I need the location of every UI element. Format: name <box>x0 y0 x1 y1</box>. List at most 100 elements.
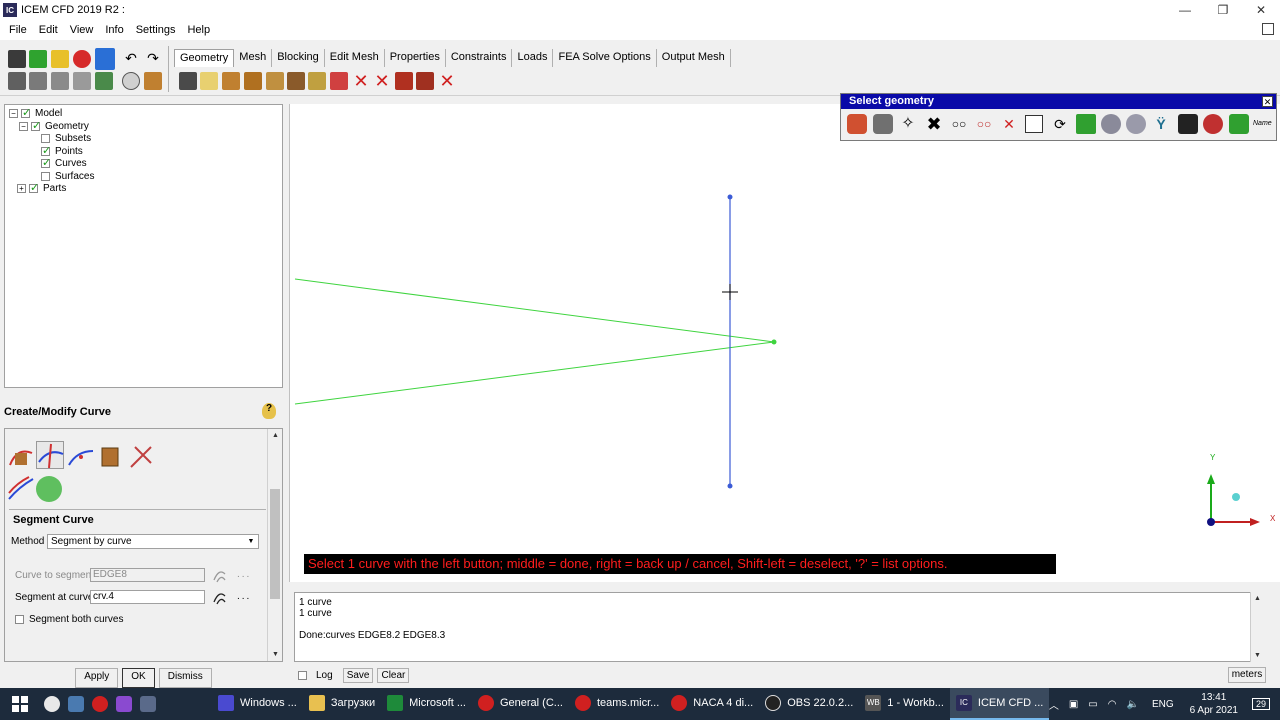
task-icem[interactable]: IC ICEM CFD ... <box>949 688 1050 720</box>
explorer-icon[interactable] <box>68 696 84 712</box>
minimize-button[interactable]: — <box>1166 0 1204 20</box>
box-select-icon[interactable] <box>1025 115 1043 133</box>
menu-settings[interactable]: Settings <box>130 24 182 36</box>
select-surface-icon[interactable] <box>1076 114 1096 134</box>
select-part-icon[interactable] <box>1101 114 1121 134</box>
help-icon[interactable]: ? <box>262 403 276 419</box>
record-icon[interactable] <box>73 50 91 68</box>
log-checkbox[interactable] <box>298 670 307 680</box>
points-checkbox[interactable] <box>41 144 51 157</box>
select-all-x-icon[interactable]: ✖ <box>924 114 944 134</box>
join-curves-icon[interactable] <box>67 443 95 471</box>
select-subset-icon[interactable] <box>1126 114 1146 134</box>
sphere-icon[interactable] <box>122 72 140 90</box>
surfaces-checkbox[interactable] <box>41 172 50 181</box>
maximize-button[interactable]: ❐ <box>1204 0 1242 20</box>
console-scrollbar[interactable]: ▲ ▼ <box>1250 592 1264 662</box>
save-log-button[interactable]: Save <box>342 667 374 683</box>
scroll-down-icon[interactable]: ▼ <box>1251 649 1264 662</box>
segment-curve-icon[interactable] <box>36 441 64 469</box>
volume-icon[interactable]: 🔈 <box>1126 699 1138 710</box>
tab-constraints[interactable]: Constraints <box>446 49 513 67</box>
tab-loads[interactable]: Loads <box>512 49 554 67</box>
notification-icon[interactable]: 29 <box>1251 698 1270 710</box>
green-point[interactable] <box>771 339 777 345</box>
scroll-thumb[interactable] <box>270 489 280 599</box>
create-curve-icon[interactable] <box>200 72 218 90</box>
deselect-polygon-icon[interactable]: ○○ <box>974 114 994 134</box>
dismiss-button[interactable]: Dismiss <box>158 668 212 688</box>
delete-any-icon[interactable]: ✕ <box>438 72 456 90</box>
subsets-checkbox[interactable] <box>41 134 50 143</box>
toggle-selection-icon[interactable] <box>847 114 867 134</box>
tree-item-parts[interactable]: Parts <box>43 183 66 194</box>
tab-mesh[interactable]: Mesh <box>234 49 273 67</box>
transform-icon[interactable] <box>308 72 326 90</box>
modify-curve-icon[interactable] <box>127 443 155 471</box>
tree-item-geometry[interactable]: Geometry <box>45 121 89 132</box>
opera-icon[interactable] <box>92 696 108 712</box>
visual-studio-icon[interactable] <box>116 696 132 712</box>
windows-start-icon[interactable] <box>0 688 40 720</box>
task-microsoft[interactable]: Microsoft ... <box>381 688 472 720</box>
curve-from-points-icon[interactable] <box>7 443 35 471</box>
concatenate-icon[interactable] <box>7 475 35 503</box>
task-naca[interactable]: NACA 4 di... <box>665 688 759 720</box>
repair-icon[interactable] <box>287 72 305 90</box>
calculator-icon[interactable] <box>140 696 156 712</box>
device-icon[interactable]: ▣ <box>1069 699 1078 710</box>
select-by-name-icon[interactable]: Name <box>1253 114 1275 134</box>
dimension-icon[interactable]: Ϋ <box>1151 114 1171 134</box>
zoom-icon[interactable] <box>29 72 47 90</box>
delete-curve-icon[interactable]: ✕ <box>373 72 391 90</box>
restore-geometry-icon[interactable] <box>330 72 348 90</box>
star-select-icon[interactable]: ✧ <box>898 114 918 134</box>
task-obs[interactable]: OBS 22.0.2... <box>759 688 859 720</box>
blue-point-bottom[interactable] <box>727 483 733 489</box>
tree-item-subsets[interactable]: Subsets <box>55 133 91 144</box>
task-general[interactable]: General (C... <box>472 688 569 720</box>
clock[interactable]: 13:41 6 Apr 2021 <box>1190 691 1238 717</box>
menu-info[interactable]: Info <box>99 24 129 36</box>
create-surface-icon[interactable] <box>222 72 240 90</box>
geometry-checkbox[interactable] <box>31 119 41 132</box>
extend-curve-icon[interactable] <box>97 443 125 471</box>
wifi-icon[interactable]: ◠ <box>1108 699 1117 710</box>
close-icon[interactable]: ✕ <box>1262 96 1273 107</box>
tree-item-model[interactable]: Model <box>35 108 62 119</box>
create-point-icon[interactable] <box>179 72 197 90</box>
distance-icon[interactable] <box>95 72 113 90</box>
color-select-icon[interactable] <box>1203 114 1223 134</box>
network-icon[interactable]: ▭ <box>1088 699 1097 710</box>
tab-geometry[interactable]: Geometry <box>174 49 235 67</box>
measure-icon[interactable] <box>73 72 91 90</box>
restore-icon[interactable] <box>1262 23 1274 35</box>
scroll-up-icon[interactable]: ▲ <box>1251 592 1264 605</box>
save-icon[interactable] <box>8 50 26 68</box>
create-body-icon[interactable] <box>244 72 262 90</box>
apply-button[interactable]: Apply <box>75 668 119 688</box>
collapse-icon[interactable]: − <box>19 122 28 131</box>
segment-at-curve-field[interactable]: crv.4 <box>90 590 205 604</box>
collapse-icon[interactable]: − <box>9 109 18 118</box>
delete-point-icon[interactable]: ✕ <box>352 72 370 90</box>
panel-scrollbar[interactable]: ▲ ▼ <box>267 429 282 661</box>
sphere-curve-icon[interactable] <box>36 476 62 502</box>
chevron-down-icon[interactable]: ▼ <box>245 536 257 547</box>
segment-both-checkbox[interactable] <box>15 615 24 624</box>
tab-edit-mesh[interactable]: Edit Mesh <box>325 49 385 67</box>
menu-file[interactable]: File <box>3 24 33 36</box>
select-items-icon[interactable] <box>873 114 893 134</box>
delete-body-icon[interactable] <box>416 72 434 90</box>
chrome-icon[interactable] <box>44 696 60 712</box>
task-teams[interactable]: teams.micr... <box>569 688 665 720</box>
refresh-icon[interactable] <box>29 50 47 68</box>
close-button[interactable]: ✕ <box>1242 0 1280 20</box>
menu-view[interactable]: View <box>64 24 100 36</box>
blue-point-top[interactable] <box>727 194 733 200</box>
faceted-icon[interactable] <box>266 72 284 90</box>
display-icon[interactable] <box>95 48 115 70</box>
more-options-icon[interactable]: ... <box>237 591 251 602</box>
tree-item-surfaces[interactable]: Surfaces <box>55 171 94 182</box>
box-icon[interactable] <box>144 72 162 90</box>
